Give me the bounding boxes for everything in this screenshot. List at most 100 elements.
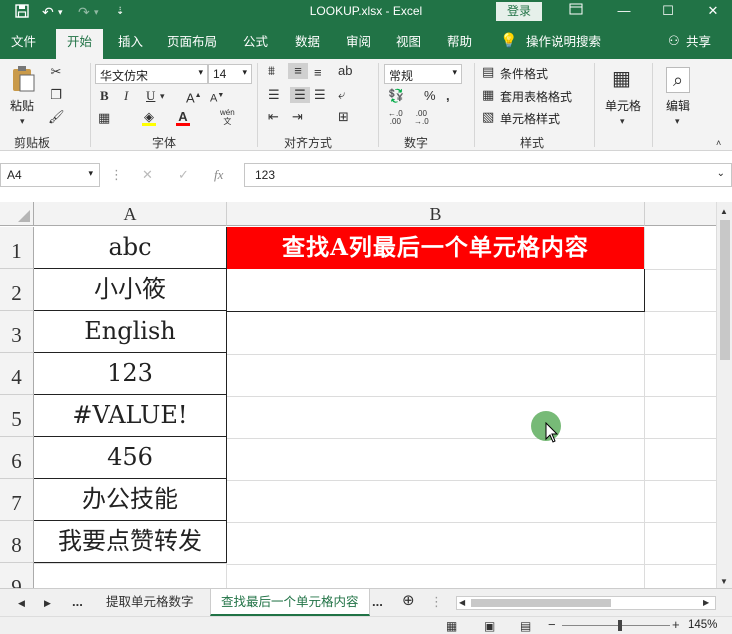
format-painter-icon[interactable]: 🖌 xyxy=(48,109,65,125)
percent-icon[interactable]: % xyxy=(424,88,436,104)
add-sheet-icon[interactable]: ⊕ xyxy=(402,593,415,609)
decrease-decimal-icon[interactable]: .00 →.0 xyxy=(414,110,429,126)
ribbon-display-icon[interactable] xyxy=(566,2,586,20)
cell-b2[interactable] xyxy=(227,269,645,312)
orientation-icon[interactable]: ab xyxy=(338,63,352,79)
row-header-5[interactable]: 5 xyxy=(0,395,34,437)
increase-indent-icon[interactable]: ⇥ xyxy=(292,109,303,125)
row-header-4[interactable]: 4 xyxy=(0,353,34,395)
paste-dropdown-icon[interactable]: ▾ xyxy=(20,113,25,129)
copy-icon[interactable]: ❐ xyxy=(48,87,64,103)
column-header-b[interactable]: B xyxy=(227,202,645,226)
scrollbar-thumb[interactable] xyxy=(471,599,611,607)
align-center-icon[interactable]: ☰ xyxy=(290,87,310,103)
zoom-in-icon[interactable]: + xyxy=(672,617,680,633)
currency-icon[interactable]: 💱 xyxy=(388,88,404,104)
column-header-c[interactable] xyxy=(645,202,716,226)
align-middle-icon[interactable]: ≡ xyxy=(288,63,308,79)
zoom-level[interactable]: 145% xyxy=(688,619,717,631)
underline-dropdown-icon[interactable]: ▾ xyxy=(160,88,165,104)
row-header-9[interactable]: 9 xyxy=(0,563,34,588)
comma-style-icon[interactable]: , xyxy=(446,88,450,104)
tab-review[interactable]: 审阅 xyxy=(346,34,371,50)
borders-icon[interactable]: ▦ xyxy=(98,110,110,126)
editing-button[interactable]: 编辑 xyxy=(666,97,690,114)
tab-page-layout[interactable]: 页面布局 xyxy=(167,34,217,50)
cell-a2[interactable]: 小小筱 xyxy=(34,269,227,311)
paste-label[interactable]: 粘贴 xyxy=(10,97,34,114)
horizontal-scrollbar[interactable]: ◀ ▶ xyxy=(456,596,716,610)
cut-icon[interactable]: ✂ xyxy=(48,64,64,80)
next-sheet-icon[interactable]: ▶ xyxy=(44,595,51,611)
tab-formulas[interactable]: 公式 xyxy=(243,34,268,50)
number-format-select[interactable]: 常规 ▾ xyxy=(384,64,462,84)
format-as-table-button[interactable]: 套用表格格式 xyxy=(500,88,572,105)
merge-center-icon[interactable]: ⊞ xyxy=(338,109,349,125)
underline-button[interactable]: U xyxy=(146,88,155,104)
more-sheets-button-right[interactable]: ... xyxy=(372,594,383,610)
scroll-right-icon[interactable]: ▶ xyxy=(703,595,709,611)
phonetic-guide-icon[interactable]: wén 文 xyxy=(220,108,235,126)
cell-a8[interactable]: 我要点赞转发 xyxy=(34,521,227,563)
login-button[interactable]: 登录 xyxy=(496,2,542,21)
cells-dropdown-icon[interactable]: ▾ xyxy=(620,113,625,129)
increase-font-icon[interactable]: A▲ xyxy=(186,88,202,106)
cell-styles-button[interactable]: 单元格样式 xyxy=(500,110,560,127)
conditional-format-button[interactable]: 条件格式 xyxy=(500,65,548,82)
tab-help[interactable]: 帮助 xyxy=(447,34,472,50)
align-bottom-icon[interactable]: ≡ xyxy=(314,65,322,81)
zoom-slider-thumb[interactable] xyxy=(618,620,622,631)
cancel-icon[interactable]: ✕ xyxy=(142,167,153,183)
column-header-a[interactable]: A xyxy=(34,202,227,226)
zoom-slider[interactable] xyxy=(562,625,670,626)
row-header-6[interactable]: 6 xyxy=(0,437,34,479)
enter-icon[interactable]: ✓ xyxy=(178,167,189,183)
cell-a5[interactable]: #VALUE! xyxy=(34,395,227,437)
restore-icon[interactable]: ☐ xyxy=(658,2,678,20)
row-header-1[interactable]: 1 xyxy=(0,227,34,269)
align-right-icon[interactable]: ☰ xyxy=(314,87,326,103)
cells-button[interactable]: 单元格 xyxy=(605,97,641,114)
tab-home[interactable]: 开始 xyxy=(56,29,104,59)
page-break-view-icon[interactable]: ▤ xyxy=(520,618,531,634)
expand-formula-icon[interactable]: ⌄ xyxy=(717,168,725,179)
insert-function-icon[interactable]: fx xyxy=(214,167,223,183)
row-header-8[interactable]: 8 xyxy=(0,521,34,563)
normal-view-icon[interactable]: ▦ xyxy=(446,618,457,634)
sheet-tab-extract-digits[interactable]: 提取单元格数字 xyxy=(96,589,204,616)
page-layout-view-icon[interactable]: ▣ xyxy=(484,618,495,634)
tab-view[interactable]: 视图 xyxy=(396,34,421,50)
more-sheets-button[interactable]: ... xyxy=(72,594,83,610)
align-left-icon[interactable]: ☰ xyxy=(268,87,280,103)
font-color-icon[interactable]: A xyxy=(176,109,190,126)
font-size-select[interactable]: 14 ▾ xyxy=(208,64,252,84)
zoom-out-icon[interactable]: − xyxy=(548,617,556,633)
scroll-up-icon[interactable]: ▲ xyxy=(720,204,728,220)
row-header-7[interactable]: 7 xyxy=(0,479,34,521)
close-icon[interactable]: ✕ xyxy=(703,2,723,20)
cell-a1[interactable]: abc xyxy=(34,227,227,269)
share-button[interactable]: 共享 xyxy=(686,34,711,50)
tab-insert[interactable]: 插入 xyxy=(118,34,143,50)
decrease-indent-icon[interactable]: ⇤ xyxy=(268,109,279,125)
cell-a6[interactable]: 456 xyxy=(34,437,227,479)
font-name-select[interactable]: 华文仿宋 ▾ xyxy=(95,64,208,84)
collapse-ribbon-icon[interactable]: ˄ xyxy=(716,135,721,151)
cell-a4[interactable]: 123 xyxy=(34,353,227,395)
clipboard-paste-icon[interactable] xyxy=(10,65,36,93)
decrease-font-icon[interactable]: A▼ xyxy=(210,88,224,107)
wrap-text-icon[interactable]: ⤶ xyxy=(338,87,345,103)
italic-button[interactable]: I xyxy=(124,88,128,104)
minimize-icon[interactable]: — xyxy=(614,2,634,20)
cell-a7[interactable]: 办公技能 xyxy=(34,479,227,521)
increase-decimal-icon[interactable]: ←.0.00 xyxy=(388,110,403,126)
tell-me-search[interactable]: 操作说明搜索 xyxy=(526,34,601,50)
row-header-3[interactable]: 3 xyxy=(0,311,34,353)
vertical-scrollbar[interactable]: ▲ ▼ xyxy=(716,202,732,588)
editing-dropdown-icon[interactable]: ▾ xyxy=(675,113,680,129)
formula-input[interactable]: 123 ⌄ xyxy=(244,163,732,187)
align-top-icon[interactable]: ⩩ xyxy=(268,63,275,79)
sheet-tab-find-last-cell[interactable]: 查找最后一个单元格内容 xyxy=(210,589,370,616)
bold-button[interactable]: B xyxy=(100,88,109,104)
select-all-corner[interactable] xyxy=(0,202,34,226)
